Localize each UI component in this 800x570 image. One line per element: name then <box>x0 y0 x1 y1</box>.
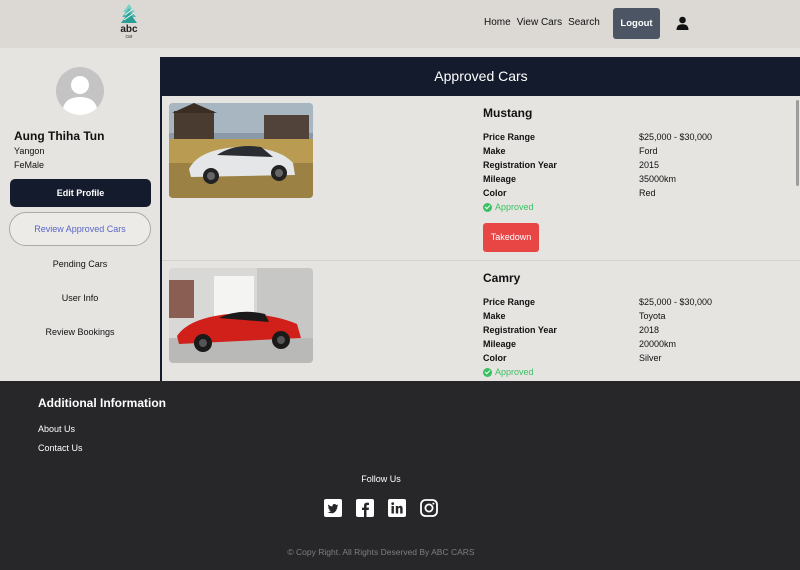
logo-icon <box>121 4 137 23</box>
contact-us-link[interactable]: Contact Us <box>38 443 83 453</box>
year-value: 2015 <box>639 160 660 170</box>
logout-button[interactable]: Logout <box>613 8 660 39</box>
profile-name: Aung Thiha Tun <box>14 129 105 143</box>
mileage-label: Mileage <box>483 174 517 184</box>
car-name: Mustang <box>483 106 533 120</box>
color-value: Red <box>639 188 656 198</box>
status-text: Approved <box>495 367 534 377</box>
profile-sidebar: Aung Thiha Tun Yangon FeMale Edit Profil… <box>0 48 160 381</box>
follow-us-label: Follow Us <box>361 474 401 484</box>
edit-profile-button[interactable]: Edit Profile <box>10 179 151 207</box>
price-label: Price Range <box>483 132 536 142</box>
check-circle-icon <box>483 202 492 212</box>
brand-logo[interactable]: abc car <box>114 3 144 45</box>
color-value: Silver <box>639 353 662 363</box>
nav-search[interactable]: Search <box>568 17 600 28</box>
status-badge: Approved <box>483 202 534 212</box>
scrollbar[interactable] <box>796 100 799 186</box>
year-value: 2018 <box>639 325 660 335</box>
instagram-icon[interactable] <box>420 499 438 517</box>
brand-name: abc <box>120 24 138 35</box>
takedown-button[interactable]: Takedown <box>483 223 539 252</box>
avatar-placeholder-icon <box>62 76 98 115</box>
make-value: Toyota <box>639 311 666 321</box>
mileage-value: 20000km <box>639 339 677 349</box>
approved-cars-panel: Approved Cars Mustang Price Range $25,00 <box>160 57 800 381</box>
copyright-text: © Copy Right. All Rights Deserved By ABC… <box>287 547 475 557</box>
make-label: Make <box>483 311 506 321</box>
price-label: Price Range <box>483 297 536 307</box>
facebook-icon[interactable] <box>356 499 374 517</box>
review-bookings-link[interactable]: Review Bookings <box>0 327 160 337</box>
status-text: Approved <box>495 202 534 212</box>
car-card: Camry Price Range $25,000 - $30,000 Make… <box>162 261 800 381</box>
price-value: $25,000 - $30,000 <box>639 297 713 307</box>
brand-sub: car <box>125 34 133 40</box>
make-label: Make <box>483 146 506 156</box>
profile-city: Yangon <box>14 146 45 156</box>
check-circle-icon <box>483 367 492 377</box>
user-icon[interactable] <box>676 16 689 30</box>
nav-view-cars[interactable]: View Cars <box>517 17 562 28</box>
user-info-link[interactable]: User Info <box>0 293 160 303</box>
pending-cars-link[interactable]: Pending Cars <box>0 259 160 269</box>
linkedin-icon[interactable] <box>388 499 406 517</box>
car-card: Mustang Price Range $25,000 - $30,000 Ma… <box>162 96 800 261</box>
about-us-link[interactable]: About Us <box>38 424 75 434</box>
nav-home[interactable]: Home <box>484 17 511 28</box>
panel-title: Approved Cars <box>162 57 800 96</box>
color-label: Color <box>483 353 507 363</box>
twitter-icon[interactable] <box>324 499 342 517</box>
footer: Additional Information About Us Contact … <box>0 381 800 570</box>
review-approved-cars-button[interactable]: Review Approved Cars <box>9 212 151 246</box>
footer-title: Additional Information <box>38 396 166 410</box>
car-image <box>169 268 313 363</box>
year-label: Registration Year <box>483 160 557 170</box>
status-badge: Approved <box>483 367 534 377</box>
main-nav: Home View Cars Search <box>484 17 606 28</box>
price-value: $25,000 - $30,000 <box>639 132 713 142</box>
car-image <box>169 103 313 198</box>
color-label: Color <box>483 188 507 198</box>
top-navbar: abc car Home View Cars Search Logout <box>0 0 800 48</box>
make-value: Ford <box>639 146 658 156</box>
mileage-label: Mileage <box>483 339 517 349</box>
year-label: Registration Year <box>483 325 557 335</box>
profile-gender: FeMale <box>14 160 45 170</box>
car-name: Camry <box>483 271 521 285</box>
avatar <box>56 67 104 115</box>
mileage-value: 35000km <box>639 174 677 184</box>
